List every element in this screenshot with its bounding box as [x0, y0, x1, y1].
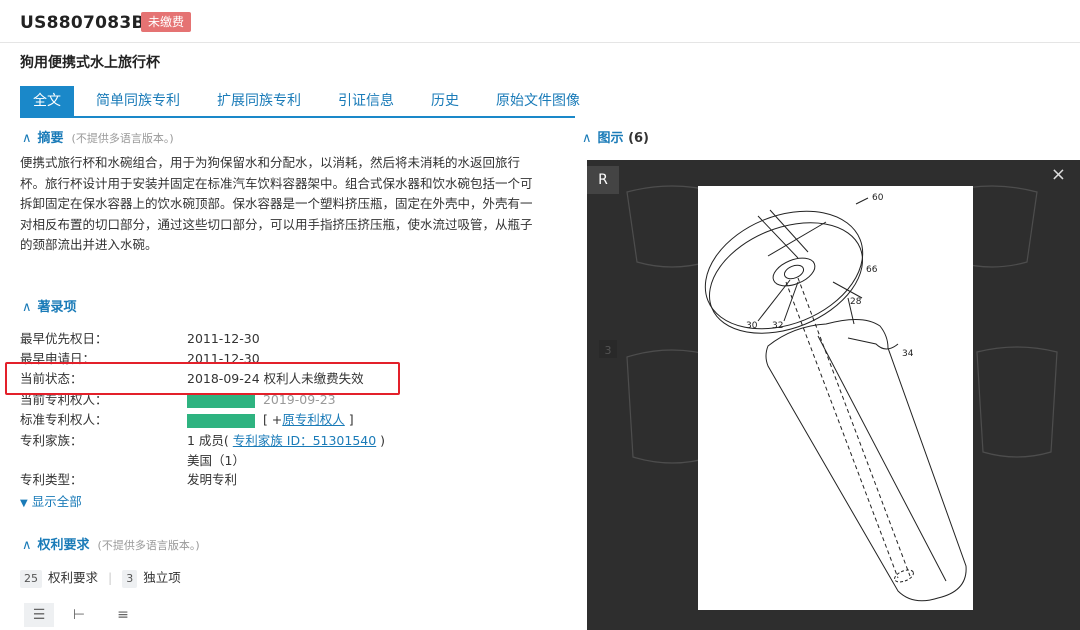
callout-label: 30	[746, 321, 758, 331]
family-suffix: )	[376, 433, 386, 448]
show-all-toggle[interactable]: ▼ 显示全部	[20, 491, 82, 510]
biblio-header[interactable]: ∧ 著录项	[22, 296, 77, 315]
thumb-number: 3	[605, 344, 612, 357]
claims-count-label: 权利要求	[48, 570, 99, 585]
highlight-mark	[187, 413, 255, 428]
callout-label: 28	[850, 297, 862, 307]
chevron-up-icon: ∧	[22, 538, 32, 553]
patent-drawing-sheet: 60 66 28 30 32 34	[698, 186, 973, 610]
patent-title: 狗用便携式水上旅行杯	[20, 55, 160, 71]
claims-counts: 25 权利要求 | 3 独立项	[20, 568, 181, 588]
family-country: 美国（1）	[187, 453, 245, 468]
tab-history[interactable]: 历史	[431, 86, 459, 116]
abstract-heading: 摘要	[37, 131, 64, 146]
biblio-key: 最早优先权日：	[20, 331, 108, 346]
callout-label: 34	[902, 349, 914, 359]
biblio-value: [ +原专利权人 ]	[187, 411, 354, 429]
chevron-up-icon: ∧	[582, 131, 592, 146]
family-id-link[interactable]: 专利家族 ID：51301540	[233, 433, 376, 448]
figures-count: (6)	[628, 131, 649, 146]
biblio-value: 1 成员( 专利家族 ID：51301540 )	[187, 432, 385, 450]
callout-label: 32	[772, 321, 783, 331]
show-all-label: 显示全部	[31, 494, 82, 509]
triangle-down-icon: ▼	[20, 498, 28, 509]
top-bar: US8807083B1 未缴费	[0, 0, 1080, 43]
tab-citations[interactable]: 引证信息	[338, 86, 394, 116]
tab-original-images[interactable]: 原始文件图像	[496, 86, 580, 116]
tab-underline	[20, 116, 575, 118]
figure-viewer[interactable]: 1 2 3 R ×	[587, 160, 1080, 630]
biblio-value: 2011-12-30	[187, 331, 260, 346]
figures-header[interactable]: ∧ 图示 (6)	[582, 127, 649, 146]
biblio-heading: 著录项	[37, 300, 77, 315]
highlight-mark	[187, 393, 255, 408]
list-view-icon[interactable]: ☰	[24, 603, 54, 627]
tree-view-icon[interactable]: ⊢	[64, 603, 94, 627]
claims-note: (不提供多语言版本。)	[97, 539, 200, 552]
family-prefix: 1 成员(	[187, 433, 233, 448]
independent-count-label: 独立项	[143, 570, 181, 585]
tab-extended-family[interactable]: 扩展同族专利	[217, 86, 301, 116]
close-icon[interactable]: ×	[1051, 164, 1066, 185]
tab-simple-family[interactable]: 简单同族专利	[96, 86, 180, 116]
divider: |	[108, 570, 113, 585]
status-badge: 未缴费	[141, 12, 192, 32]
callout-label: 66	[866, 265, 878, 275]
chevron-up-icon: ∧	[22, 300, 32, 315]
viewer-label: R	[587, 166, 619, 194]
publication-number: US8807083B1	[20, 13, 157, 33]
biblio-key: 专利家族：	[20, 433, 83, 448]
chevron-up-icon: ∧	[22, 131, 32, 146]
biblio-key: 标准专利权人：	[20, 412, 108, 427]
original-assignee-link[interactable]: 原专利权人	[282, 412, 345, 427]
abstract-text: 便携式旅行杯和水碗组合，用于为狗保留水和分配水，以消耗，然后将未消耗的水返回旅行…	[20, 155, 533, 252]
callout-label: 60	[872, 193, 884, 203]
claims-count: 25	[20, 570, 42, 588]
tab-bar: 全文 简单同族专利 扩展同族专利 引证信息 历史 原始文件图像	[20, 86, 1080, 116]
biblio-key: 专利类型：	[20, 472, 83, 487]
claims-header[interactable]: ∧ 权利要求 (不提供多语言版本。)	[22, 534, 200, 553]
highlight-annotation-box	[5, 362, 400, 395]
abstract-note: (不提供多语言版本。)	[71, 132, 174, 145]
claims-heading: 权利要求	[37, 538, 90, 553]
link-prefix: [ +	[262, 412, 283, 427]
patent-drawing: 60 66 28 30 32 34	[704, 193, 967, 602]
tab-full-text[interactable]: 全文	[20, 86, 74, 116]
independent-count: 3	[122, 570, 138, 588]
figures-heading: 图示	[597, 131, 624, 146]
plain-view-icon[interactable]: ≡	[108, 603, 138, 627]
link-suffix: ]	[344, 412, 354, 427]
abstract-header[interactable]: ∧ 摘要 (不提供多语言版本。)	[22, 127, 174, 146]
biblio-value: 发明专利	[187, 472, 238, 487]
